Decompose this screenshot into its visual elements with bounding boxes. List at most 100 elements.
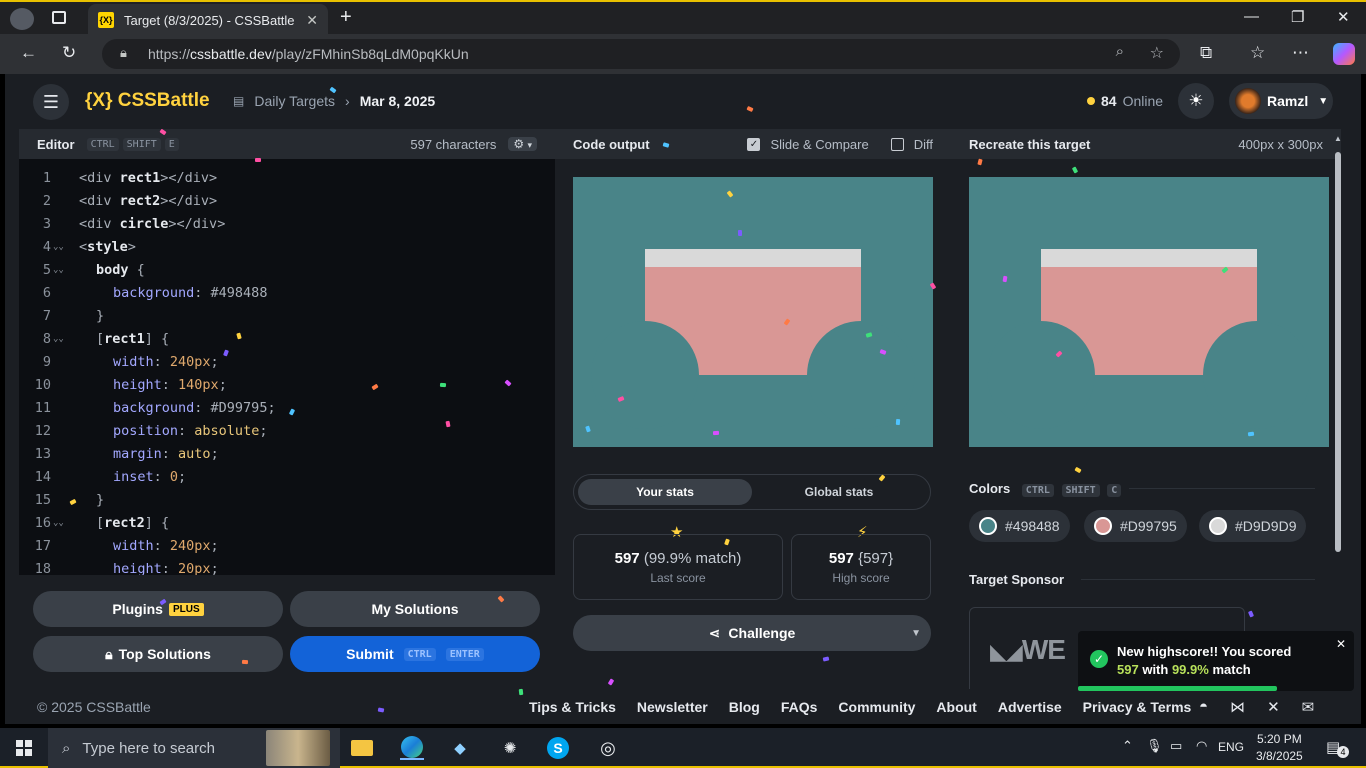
footer-link-blog[interactable]: Blog — [729, 699, 760, 715]
bluesky-icon[interactable]: ⋈ — [1230, 698, 1245, 716]
code-text: height: 140px; — [113, 377, 227, 393]
target-scrollbar[interactable]: ▲ ▼ — [1334, 134, 1342, 692]
code-line[interactable]: 6 background: #498488 — [19, 281, 539, 304]
code-token: ] { — [144, 330, 170, 347]
windows-start-icon[interactable] — [16, 740, 32, 756]
code-output-preview[interactable] — [573, 177, 933, 447]
code-line[interactable]: 12 position: absolute; — [19, 419, 539, 442]
confetti-piece — [241, 659, 249, 665]
discord-icon[interactable]: ◓ — [1199, 698, 1208, 716]
tab-your-stats[interactable]: Your stats — [578, 479, 752, 505]
profile-avatar-icon[interactable] — [10, 8, 34, 30]
wifi-icon[interactable]: ◠ — [1196, 738, 1207, 754]
new-tab-icon[interactable]: + — [340, 6, 352, 29]
code-line[interactable]: 8 ⌄⌄ [rect1] { — [19, 327, 539, 350]
code-editor[interactable]: ▲ ▼ 1<div rect1></div>2<div rect2></div>… — [19, 159, 555, 575]
fold-arrow-icon[interactable]: ⌄⌄ — [53, 242, 64, 252]
code-line[interactable]: 3 <div circle></div> — [19, 212, 539, 235]
zoom-icon[interactable]: ⌕ — [1116, 43, 1124, 60]
theme-toggle-button[interactable]: ☀ — [1178, 83, 1214, 119]
refresh-icon[interactable]: ↻ — [62, 43, 76, 63]
footer-link-community[interactable]: Community — [838, 699, 915, 715]
target-circle-right — [1203, 321, 1311, 429]
mail-icon[interactable]: ✉ — [1302, 698, 1315, 716]
code-line[interactable]: 4 ⌄⌄ <style> — [19, 235, 539, 258]
cssbattle-logo[interactable]: {X} CSSBattle — [85, 90, 210, 112]
tray-chevron-icon[interactable]: ⌃ — [1122, 738, 1133, 754]
editor-settings-button[interactable]: ⚙ ▾ — [508, 137, 537, 151]
code-line[interactable]: 16 ⌄⌄ [rect2] { — [19, 511, 539, 534]
back-icon[interactable]: ← — [20, 43, 37, 63]
footer-link-advertise[interactable]: Advertise — [998, 699, 1062, 715]
file-explorer-icon[interactable] — [350, 736, 374, 760]
microphone-icon[interactable]: 🎙︎ — [1146, 738, 1163, 754]
code-line[interactable]: 14 inset: 0; — [19, 465, 539, 488]
taskbar-clock[interactable]: 5:20 PM 3/8/2025 — [1256, 731, 1303, 765]
code-text: margin: auto; — [113, 446, 219, 462]
code-line[interactable]: 9 width: 240px; — [19, 350, 539, 373]
skype-icon[interactable]: S — [546, 736, 570, 760]
fold-arrow-icon[interactable]: ⌄⌄ — [53, 265, 64, 275]
code-line[interactable]: 17 width: 240px; — [19, 534, 539, 557]
start-tile — [16, 749, 23, 756]
user-menu-button[interactable]: Ramzl ▼ — [1229, 83, 1333, 119]
edge-browser-icon[interactable] — [400, 736, 424, 760]
favorites-icon[interactable]: ☆ — [1250, 43, 1265, 63]
code-line[interactable]: 10 height: 140px; — [19, 373, 539, 396]
copilot-icon[interactable] — [1333, 43, 1355, 65]
footer-link-newsletter[interactable]: Newsletter — [637, 699, 708, 715]
breadcrumb-daily-targets[interactable]: Daily Targets — [254, 93, 335, 109]
tab-actions-icon[interactable] — [52, 11, 66, 24]
more-menu-icon[interactable]: ⋯ — [1292, 43, 1309, 63]
tab-close-icon[interactable]: ✕ — [306, 12, 318, 29]
fold-arrow-icon[interactable]: ⌄⌄ — [53, 518, 64, 528]
top-solutions-button[interactable]: 🔒︎ Top Solutions — [33, 636, 283, 672]
hamburger-menu-button[interactable]: ☰ — [33, 84, 69, 120]
code-line[interactable]: 11 background: #D99795; — [19, 396, 539, 419]
notifications-icon[interactable]: ▤ 4 — [1326, 738, 1349, 758]
footer-link-privacy[interactable]: Privacy & Terms — [1083, 699, 1192, 715]
battery-icon[interactable]: ▭ — [1170, 738, 1182, 754]
code-token: : — [153, 353, 170, 370]
x-twitter-icon[interactable]: ✕ — [1267, 698, 1280, 716]
footer-link-tips[interactable]: Tips & Tricks — [529, 699, 616, 715]
code-line[interactable]: 2 <div rect2></div> — [19, 189, 539, 212]
footer-link-faqs[interactable]: FAQs — [781, 699, 818, 715]
code-line[interactable]: 1 <div rect1></div> — [19, 166, 539, 189]
chevron-down-icon[interactable]: ▼ — [911, 628, 921, 639]
target-scroll-thumb[interactable] — [1335, 152, 1341, 552]
color-swatch-gray[interactable]: #D9D9D9 — [1199, 510, 1307, 542]
code-line[interactable]: 7} — [19, 304, 539, 327]
code-token: #D99795 — [210, 399, 268, 416]
browser-tab-active[interactable]: {X} Target (8/3/2025) - CSSBattle ✕ — [88, 4, 328, 36]
language-indicator[interactable]: ENG — [1218, 740, 1244, 754]
address-bar[interactable]: 🔒︎ https://cssbattle.dev/play/zFMhinSb8q… — [102, 39, 1180, 69]
scroll-up-icon[interactable]: ▲ — [1334, 134, 1342, 143]
plugins-button[interactable]: Plugins PLUS — [33, 591, 283, 627]
submit-button[interactable]: Submit CTRL ENTER — [290, 636, 540, 672]
diff-checkbox[interactable]: Diff — [890, 137, 933, 152]
tab-global-stats[interactable]: Global stats — [752, 479, 926, 505]
footer-link-about[interactable]: About — [936, 699, 976, 715]
maximize-icon[interactable]: ❐ — [1291, 8, 1304, 26]
obs-icon[interactable]: ◎ — [596, 736, 620, 760]
minimize-icon[interactable]: — — [1244, 8, 1259, 25]
code-token: ; — [210, 353, 219, 370]
window-close-icon[interactable]: ✕ — [1337, 8, 1350, 26]
toast-close-icon[interactable]: ✕ — [1336, 637, 1346, 651]
taskbar-search[interactable]: ⌕ Type here to search — [48, 728, 340, 768]
app-icon[interactable]: ◆ — [448, 736, 472, 760]
fold-arrow-icon[interactable]: ⌄⌄ — [53, 334, 64, 344]
code-line[interactable]: 15} — [19, 488, 539, 511]
color-swatch-pink[interactable]: #D99795 — [1084, 510, 1187, 542]
favorite-star-icon[interactable]: ☆ — [1150, 43, 1164, 63]
code-line[interactable]: 18 height: 20px; — [19, 557, 539, 576]
challenge-button[interactable]: ⋖ Challenge ▼ — [573, 615, 931, 651]
chatgpt-icon[interactable]: ✺ — [498, 736, 522, 760]
slide-compare-checkbox[interactable]: ✓ Slide & Compare — [747, 137, 869, 152]
code-line[interactable]: 5 ⌄⌄ body { — [19, 258, 539, 281]
my-solutions-button[interactable]: My Solutions — [290, 591, 540, 627]
code-line[interactable]: 13 margin: auto; — [19, 442, 539, 465]
extensions-icon[interactable]: ⧉ — [1200, 43, 1212, 63]
color-swatch-teal[interactable]: #498488 — [969, 510, 1070, 542]
